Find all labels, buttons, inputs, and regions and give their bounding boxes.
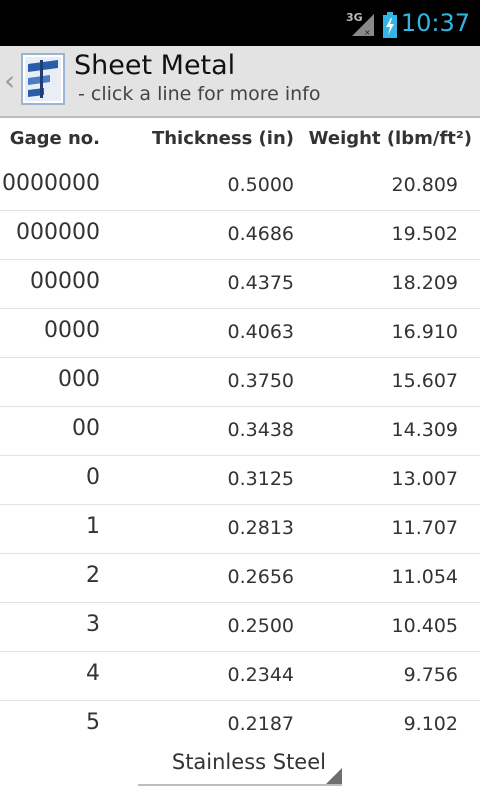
gage-cell: 2 bbox=[86, 563, 100, 588]
material-spinner[interactable]: Stainless Steel bbox=[138, 742, 342, 786]
thickness-cell: 0.2656 bbox=[227, 566, 294, 588]
gage-cell: 0000000 bbox=[2, 171, 100, 196]
gage-cell: 00 bbox=[72, 416, 100, 441]
weight-cell: 13.007 bbox=[391, 468, 458, 490]
battery-charging-icon bbox=[383, 12, 397, 38]
thickness-cell: 0.4375 bbox=[227, 272, 294, 294]
weight-cell: 15.607 bbox=[391, 370, 458, 392]
gage-cell: 3 bbox=[86, 612, 100, 637]
table-row[interactable]: 3 0.2500 10.405 bbox=[0, 603, 480, 652]
table-row[interactable]: 000 0.3750 15.607 bbox=[0, 358, 480, 407]
table-row[interactable]: 00 0.3438 14.309 bbox=[0, 407, 480, 456]
thickness-cell: 0.3125 bbox=[227, 468, 294, 490]
thickness-cell: 0.4686 bbox=[227, 223, 294, 245]
thickness-cell: 0.3750 bbox=[227, 370, 294, 392]
weight-cell: 16.910 bbox=[391, 321, 458, 343]
table-row[interactable]: 5 0.2187 9.102 bbox=[0, 701, 480, 732]
page-subtitle: - click a line for more info bbox=[78, 83, 321, 105]
weight-cell: 20.809 bbox=[391, 174, 458, 196]
chevron-left-icon[interactable]: ‹ bbox=[4, 64, 15, 97]
gage-table[interactable]: 0000000 0.5000 20.809 000000 0.4686 19.5… bbox=[0, 162, 480, 732]
spinner-corner-arrow-icon bbox=[326, 768, 342, 784]
thickness-cell: 0.2500 bbox=[227, 615, 294, 637]
column-header-thickness: Thickness (in) bbox=[151, 128, 294, 149]
weight-cell: 11.054 bbox=[391, 566, 458, 588]
weight-cell: 9.102 bbox=[403, 713, 458, 732]
thickness-cell: 0.2813 bbox=[227, 517, 294, 539]
gage-cell: 4 bbox=[86, 661, 100, 686]
gage-cell: 5 bbox=[86, 710, 100, 732]
table-row[interactable]: 4 0.2344 9.756 bbox=[0, 652, 480, 701]
gage-cell: 000000 bbox=[16, 220, 100, 245]
table-header: Gage no. Thickness (in) Weight (lbm/ft²) bbox=[0, 118, 480, 162]
action-bar: ‹ Sheet Metal - click a line for more in… bbox=[0, 46, 480, 118]
gage-cell: 00000 bbox=[30, 269, 100, 294]
page-title: Sheet Metal bbox=[74, 50, 236, 81]
weight-cell: 19.502 bbox=[391, 223, 458, 245]
status-bar: 3G × 10:37 bbox=[0, 0, 480, 46]
sheet-metal-app-icon[interactable] bbox=[20, 50, 66, 108]
thickness-cell: 0.2344 bbox=[227, 664, 294, 686]
gage-cell: 0000 bbox=[44, 318, 100, 343]
weight-cell: 9.756 bbox=[403, 664, 458, 686]
weight-cell: 11.707 bbox=[391, 517, 458, 539]
table-row[interactable]: 0000000 0.5000 20.809 bbox=[0, 162, 480, 211]
weight-cell: 14.309 bbox=[391, 419, 458, 441]
table-row[interactable]: 2 0.2656 11.054 bbox=[0, 554, 480, 603]
weight-cell: 10.405 bbox=[391, 615, 458, 637]
column-header-gage: Gage no. bbox=[9, 128, 100, 149]
signal-icon: × bbox=[352, 14, 374, 37]
gage-cell: 000 bbox=[58, 367, 100, 392]
thickness-cell: 0.3438 bbox=[227, 419, 294, 441]
column-header-weight: Weight (lbm/ft²) bbox=[308, 128, 472, 149]
gage-cell: 0 bbox=[86, 465, 100, 490]
table-row[interactable]: 0000 0.4063 16.910 bbox=[0, 309, 480, 358]
weight-cell: 18.209 bbox=[391, 272, 458, 294]
table-row[interactable]: 1 0.2813 11.707 bbox=[0, 505, 480, 554]
svg-text:×: × bbox=[364, 28, 371, 37]
table-row[interactable]: 000000 0.4686 19.502 bbox=[0, 211, 480, 260]
thickness-cell: 0.4063 bbox=[227, 321, 294, 343]
clock: 10:37 bbox=[400, 9, 470, 37]
thickness-cell: 0.5000 bbox=[227, 174, 294, 196]
thickness-cell: 0.2187 bbox=[227, 713, 294, 732]
material-spinner-label: Stainless Steel bbox=[171, 750, 326, 774]
table-row[interactable]: 0 0.3125 13.007 bbox=[0, 456, 480, 505]
gage-cell: 1 bbox=[86, 514, 100, 539]
table-row[interactable]: 00000 0.4375 18.209 bbox=[0, 260, 480, 309]
